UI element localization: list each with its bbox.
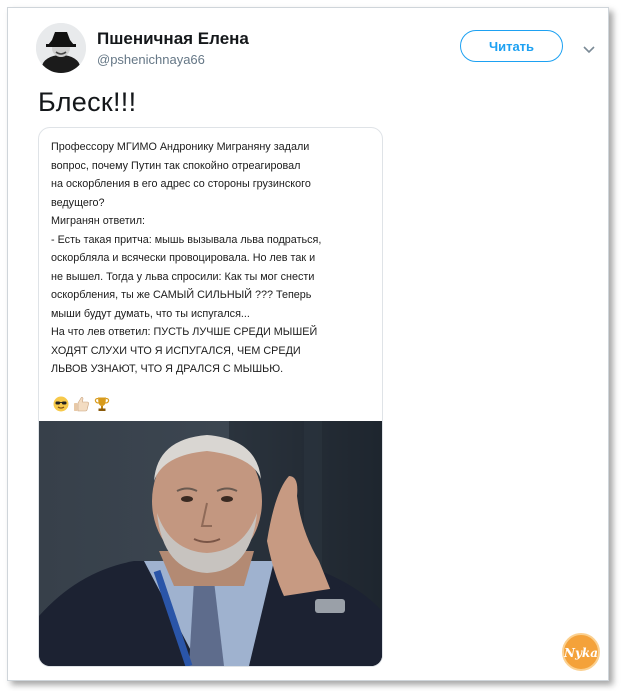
avatar[interactable] (36, 23, 86, 73)
card-text-line: Мигранян ответил: (51, 215, 145, 227)
card-text-line: оскорбляла и всячески провоцировала. Но … (51, 252, 316, 264)
card-text-line: оскорбления, ты же САМЫЙ СИЛЬНЫЙ ??? Теп… (51, 289, 312, 301)
site-logo: Nyka (561, 632, 601, 672)
card-text-line: ведущего? (51, 196, 105, 209)
svg-text:Nyka: Nyka (563, 646, 598, 660)
sunglasses-emoji-icon (53, 396, 69, 412)
card-text-line: На что лев ответил: ПУСТЬ ЛУЧШЕ СРЕДИ МЫ… (51, 326, 318, 338)
author-handle[interactable]: @pshenichnaya66 (97, 52, 205, 67)
attached-image-card[interactable]: Профессору МГИМО Андронику Миграняну зад… (38, 127, 383, 667)
card-text: Профессору МГИМО Андронику Миграняну зад… (51, 138, 373, 379)
follow-button[interactable]: Читать (460, 30, 563, 62)
man-portrait-image (39, 421, 382, 666)
chevron-down-icon[interactable] (582, 42, 596, 54)
card-text-line: - Есть такая притча: мышь вызывала льва … (51, 233, 322, 246)
card-text-line: вопрос, почему Путин так спокойно отреаг… (51, 159, 301, 172)
tweet-text: Блеск!!! (38, 87, 137, 117)
card-text-line: не вышел. Тогда у льва спросили: Как ты … (51, 270, 315, 283)
portrait-photo (39, 421, 382, 666)
card-text-line: Профессору МГИМО Андронику Миграняну зад… (51, 141, 310, 153)
emoji-row (53, 395, 110, 413)
card-text-line: на оскорбления в его адрес со стороны гр… (51, 178, 311, 190)
trophy-icon (94, 397, 110, 411)
card-text-line: ХОДЯТ СЛУХИ ЧТО Я ИСПУГАЛСЯ, ЧЕМ СРЕДИ (51, 344, 301, 357)
thumbs-up-icon (74, 397, 89, 412)
card-text-line: мыши будут думать, что ты испугался... (51, 307, 250, 320)
card-text-line: ЛЬВОВ УЗНАЮТ, ЧТО Я ДРАЛСЯ С МЫШЬЮ. (51, 363, 284, 375)
author-name[interactable]: Пшеничная Елена (97, 29, 249, 49)
